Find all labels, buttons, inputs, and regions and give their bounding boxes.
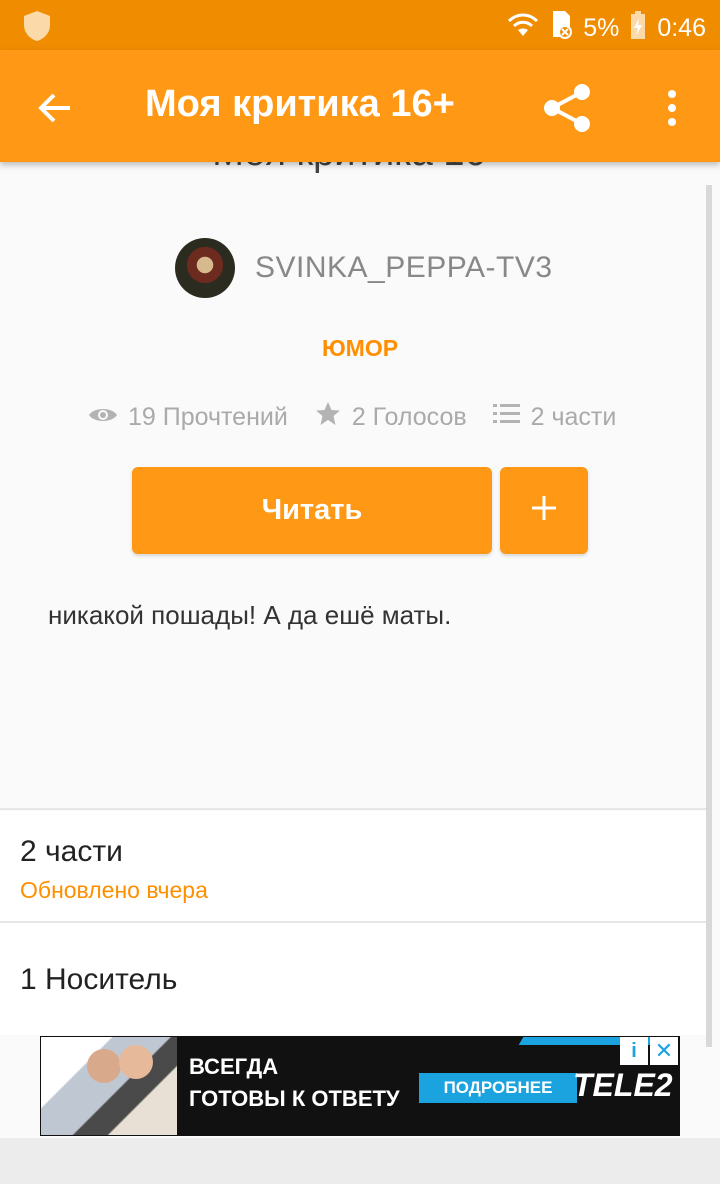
app-bar: Моя критика 16+ (0, 50, 720, 162)
parts-count: 2 части (530, 403, 617, 431)
wifi-icon (507, 12, 539, 45)
votes-stat: 2 Голосов (314, 400, 467, 435)
add-to-library-button[interactable] (500, 467, 588, 554)
ad-close-icon[interactable]: ✕ (650, 1037, 678, 1065)
carrier-title: 1 Носитель (20, 963, 178, 996)
ad-headline: ВСЕГДА ГОТОВЫ К ОТВЕТУ (189, 1051, 400, 1115)
reads-count: 19 Прочтений (128, 403, 288, 431)
shield-icon (22, 10, 52, 47)
bottom-strip (0, 1138, 720, 1184)
plus-icon (530, 494, 558, 527)
reads-stat: 19 Прочтений (88, 403, 288, 432)
story-description: никакой пошады! А да ешё маты. (48, 600, 452, 630)
ad-line2: ГОТОВЫ К ОТВЕТУ (189, 1086, 400, 1111)
story-stats: 19 Прочтений 2 Голосов 2 части (88, 400, 642, 435)
ad-photo (41, 1037, 177, 1135)
ad-cta-button[interactable]: ПОДРОБНЕЕ (419, 1073, 577, 1103)
clock: 0:46 (657, 14, 706, 42)
share-icon[interactable] (540, 80, 596, 136)
author-name[interactable]: SVINKA_PEPPA-TV3 (255, 251, 553, 285)
battery-charging-icon (629, 10, 647, 47)
ad-line1: ВСЕГДА (189, 1054, 279, 1079)
parts-stat: 2 части (492, 402, 617, 433)
avatar[interactable] (175, 238, 235, 298)
divider (0, 808, 706, 810)
sd-card-icon (549, 10, 573, 47)
parts-title: 2 части (20, 835, 123, 868)
status-bar: 5% 0:46 (0, 0, 720, 50)
ad-photo-person (119, 1045, 153, 1079)
battery-percent: 5% (583, 14, 620, 42)
more-options-icon[interactable] (655, 84, 689, 132)
genre-link[interactable]: ЮМОР (0, 335, 720, 362)
star-icon (314, 400, 352, 435)
ad-brand-logo: TELE2 (573, 1067, 673, 1103)
carrier-section[interactable]: 1 Носитель (0, 923, 706, 1035)
votes-count: 2 Голосов (351, 403, 467, 431)
list-icon (492, 402, 531, 433)
ad-banner[interactable]: ВСЕГДА ГОТОВЫ К ОТВЕТУ ПОДРОБНЕЕ TELE2 i… (40, 1036, 680, 1136)
ad-photo-person (87, 1049, 121, 1083)
scrollbar[interactable] (706, 185, 712, 1047)
ad-info-icon[interactable]: i (620, 1037, 648, 1065)
eye-icon (88, 403, 128, 432)
parts-section[interactable]: 2 части Обновлено вчера (0, 811, 706, 921)
back-arrow-icon[interactable] (32, 84, 80, 132)
app-bar-title: Моя критика 16+ (145, 83, 455, 125)
author-row[interactable]: SVINKA_PEPPA-TV3 (175, 238, 553, 298)
parts-updated: Обновлено вчера (20, 877, 208, 903)
read-button[interactable]: Читать (132, 467, 492, 554)
